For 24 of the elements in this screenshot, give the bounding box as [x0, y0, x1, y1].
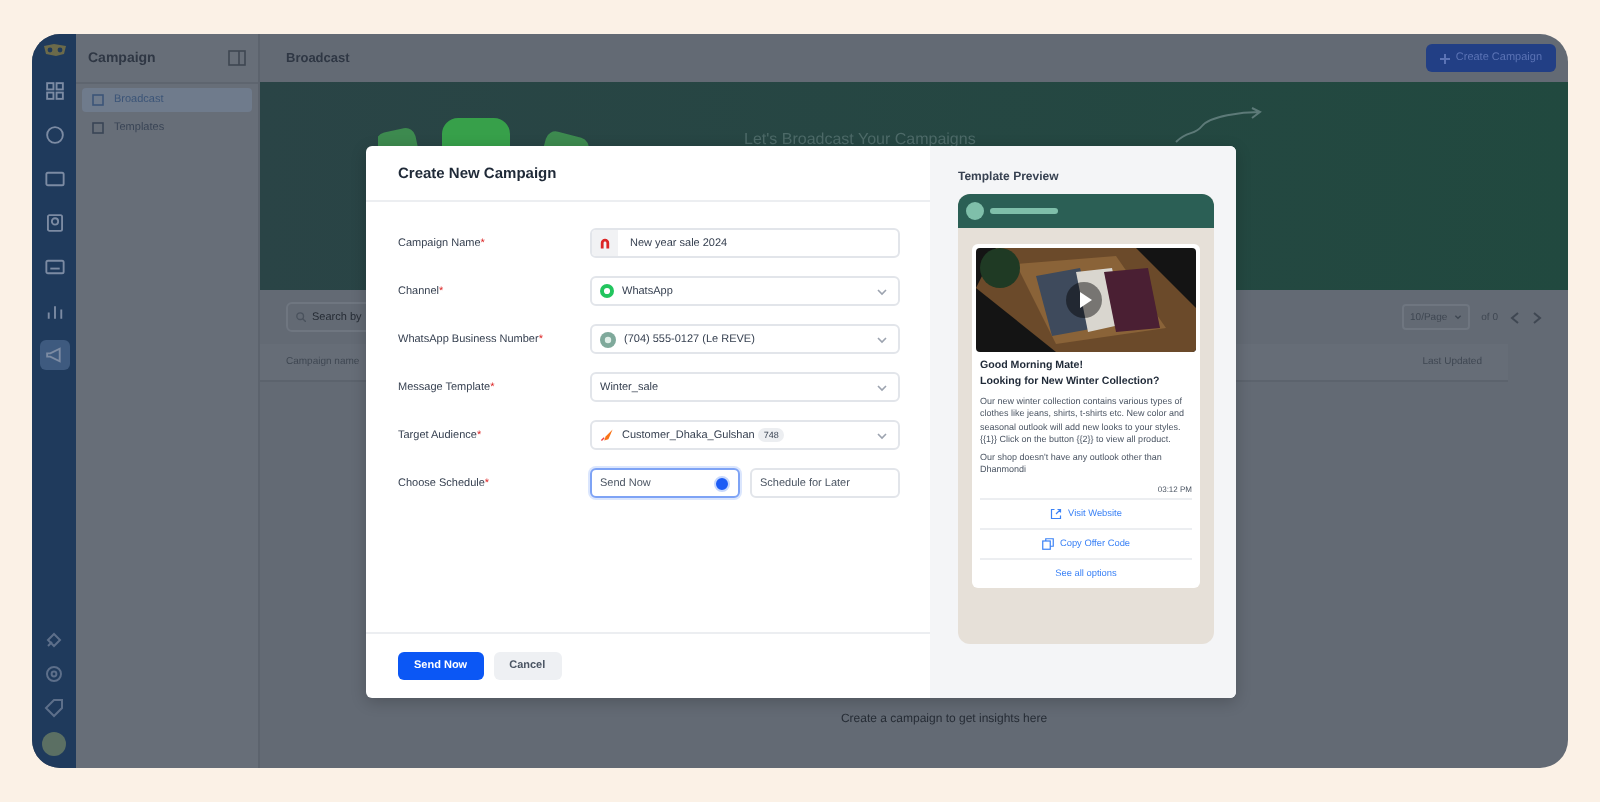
play-icon[interactable] [1066, 282, 1102, 318]
chevron-down-icon [876, 431, 888, 439]
plus-icon [1439, 53, 1450, 63]
copy-icon [1041, 537, 1054, 550]
chevron-down-icon [876, 335, 888, 343]
contact-name-bar [990, 208, 1058, 214]
previous-page-icon[interactable] [1510, 311, 1520, 323]
avatar[interactable] [42, 732, 66, 756]
contact-avatar [966, 202, 984, 220]
arrow-doodle [1174, 106, 1262, 144]
chevron-down-icon [876, 287, 888, 295]
search-icon [296, 312, 306, 322]
plug-icon[interactable] [44, 630, 64, 650]
logo-icon[interactable] [41, 42, 67, 58]
whatsapp-icon [600, 284, 614, 298]
avatar-icon [600, 331, 616, 347]
settings-icon[interactable] [44, 664, 64, 684]
collapse-icon[interactable] [228, 50, 246, 66]
magnet-icon [598, 236, 612, 250]
radio-icon [714, 475, 730, 491]
external-link-icon [1050, 507, 1063, 520]
tag-icon[interactable] [44, 698, 64, 718]
next-page-icon[interactable] [1532, 311, 1542, 323]
chevron-down-icon [876, 383, 888, 391]
